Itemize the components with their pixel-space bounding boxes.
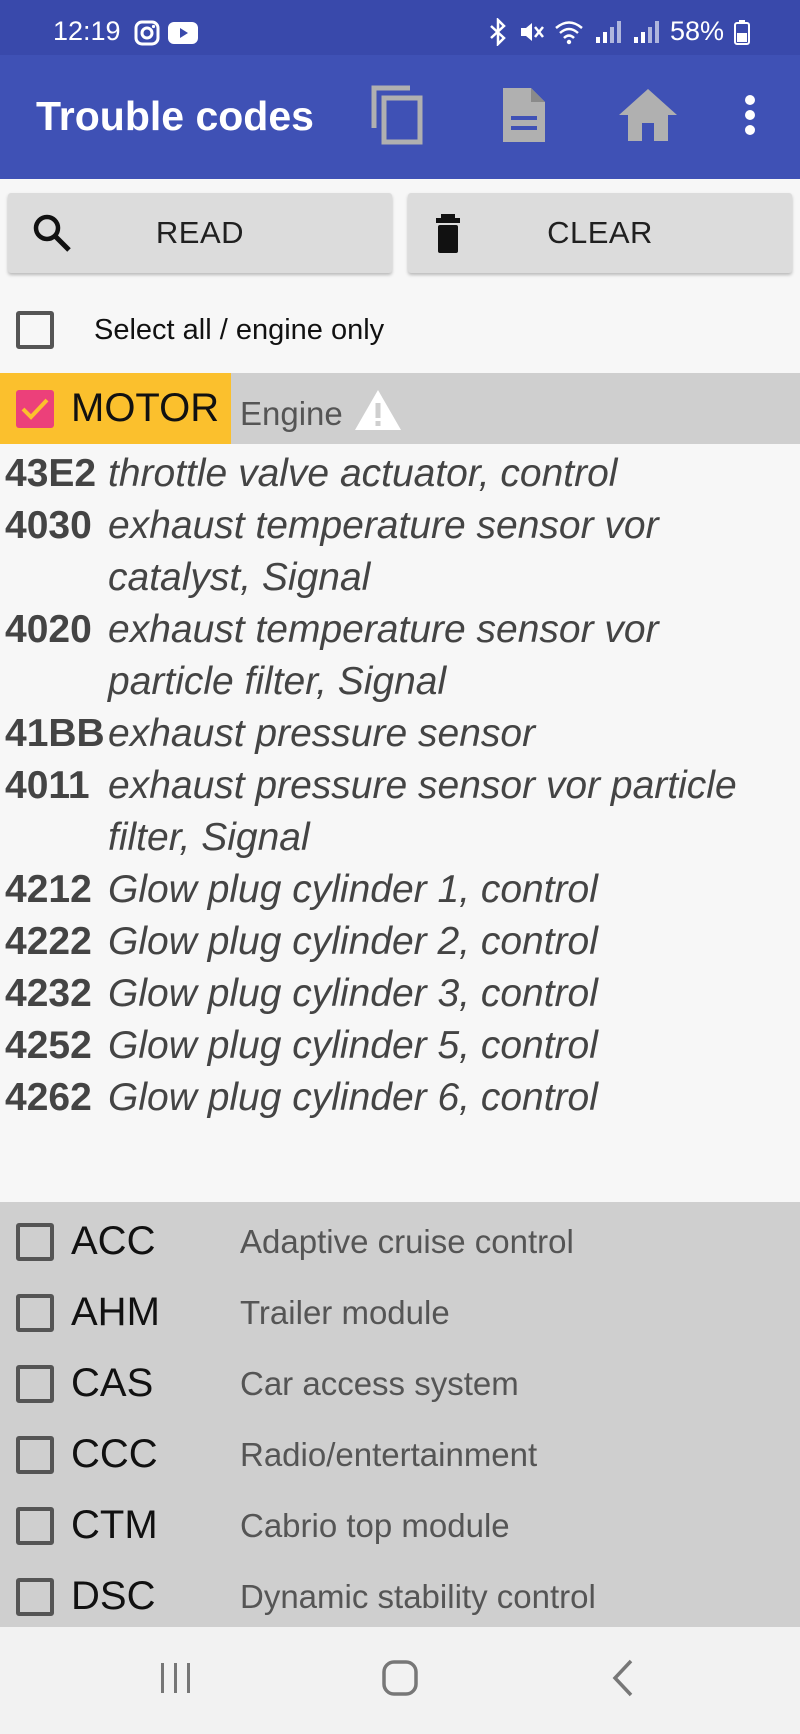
module-desc: Dynamic stability control bbox=[240, 1577, 596, 1615]
code-row[interactable]: 4030 exhaust temperature sensor vor cata… bbox=[0, 500, 800, 604]
code-text: exhaust pressure sensor vor particle fil… bbox=[108, 764, 737, 859]
status-time: 12:19 bbox=[53, 16, 121, 46]
code-id: 4020 bbox=[5, 608, 92, 651]
code-row[interactable]: 4232 Glow plug cylinder 3, control bbox=[0, 968, 800, 1020]
module-checkbox[interactable] bbox=[16, 1577, 54, 1616]
module-checkbox[interactable] bbox=[16, 1506, 54, 1545]
code-text: throttle valve actuator, control bbox=[108, 452, 618, 495]
code-row[interactable]: 4222 Glow plug cylinder 2, control bbox=[0, 916, 800, 968]
module-code: CAS bbox=[71, 1361, 154, 1405]
warning-icon bbox=[353, 388, 403, 437]
select-all-label: Select all / engine only bbox=[94, 313, 385, 346]
signal-icon-2 bbox=[632, 19, 660, 45]
search-icon bbox=[32, 213, 72, 253]
module-checkbox[interactable] bbox=[16, 1364, 54, 1403]
action-toolbar: READ CLEAR bbox=[0, 179, 800, 279]
module-desc: Cabrio top module bbox=[240, 1506, 510, 1544]
instagram-icon bbox=[134, 20, 160, 51]
code-text: Glow plug cylinder 5, control bbox=[108, 1024, 598, 1067]
checkmark-icon bbox=[21, 398, 49, 420]
code-row[interactable]: 4020 exhaust temperature sensor vor part… bbox=[0, 604, 800, 708]
signal-icon bbox=[594, 19, 622, 45]
module-code: ACC bbox=[71, 1219, 156, 1263]
code-id: 41BB bbox=[5, 712, 105, 755]
clear-button[interactable]: CLEAR bbox=[408, 193, 792, 273]
battery-level: 58% bbox=[669, 16, 724, 46]
code-row[interactable]: 41BB exhaust pressure sensor bbox=[0, 708, 800, 760]
page-title: Trouble codes bbox=[36, 93, 314, 139]
trash-icon bbox=[432, 213, 472, 253]
module-row-dsc[interactable]: DSC Dynamic stability control bbox=[0, 1561, 800, 1632]
module-code: AHM bbox=[71, 1290, 160, 1334]
select-all-row[interactable]: Select all / engine only bbox=[0, 290, 800, 370]
home-icon bbox=[617, 87, 679, 148]
module-desc: Radio/entertainment bbox=[240, 1435, 538, 1473]
module-desc: Adaptive cruise control bbox=[240, 1222, 574, 1260]
code-id: 4011 bbox=[5, 764, 90, 807]
code-id: 43E2 bbox=[5, 452, 97, 495]
code-row[interactable]: 4262 Glow plug cylinder 6, control bbox=[0, 1072, 800, 1124]
code-text: exhaust temperature sensor vor catalyst,… bbox=[108, 504, 659, 599]
module-row-acc[interactable]: ACC Adaptive cruise control bbox=[0, 1206, 800, 1277]
recents-button[interactable] bbox=[146, 1655, 206, 1705]
module-desc: Car access system bbox=[240, 1364, 519, 1402]
code-id: 4262 bbox=[5, 1076, 92, 1119]
home-button[interactable] bbox=[610, 79, 686, 155]
module-code: CTM bbox=[71, 1503, 158, 1547]
module-checkbox[interactable] bbox=[16, 1435, 54, 1474]
document-icon bbox=[499, 84, 549, 151]
group-checkbox[interactable] bbox=[16, 390, 54, 428]
code-text: exhaust pressure sensor bbox=[108, 712, 536, 755]
code-text: Glow plug cylinder 6, control bbox=[108, 1076, 598, 1119]
code-text: Glow plug cylinder 3, control bbox=[108, 972, 598, 1015]
select-all-checkbox[interactable] bbox=[16, 311, 54, 349]
more-vert-icon bbox=[743, 94, 757, 141]
read-button[interactable]: READ bbox=[8, 193, 392, 273]
code-text: exhaust temperature sensor vor particle … bbox=[108, 608, 659, 703]
copy-icon bbox=[368, 82, 428, 153]
module-list: ACC Adaptive cruise control AHM Trailer … bbox=[0, 1202, 800, 1627]
more-options-button[interactable] bbox=[712, 79, 788, 155]
module-desc: Trailer module bbox=[240, 1293, 450, 1331]
group-header-motor[interactable]: MOTOR Engine bbox=[0, 373, 800, 444]
code-row[interactable]: 4252 Glow plug cylinder 5, control bbox=[0, 1020, 800, 1072]
module-row-ccc[interactable]: CCC Radio/entertainment bbox=[0, 1419, 800, 1490]
code-id: 4252 bbox=[5, 1024, 92, 1067]
trouble-code-list: 43E2 throttle valve actuator, control 40… bbox=[0, 448, 800, 1202]
bluetooth-icon bbox=[488, 17, 508, 46]
group-code: MOTOR bbox=[71, 386, 220, 430]
home-nav-button[interactable] bbox=[370, 1655, 430, 1705]
group-desc: Engine bbox=[240, 395, 343, 432]
mute-icon bbox=[518, 19, 544, 45]
youtube-icon bbox=[168, 21, 198, 50]
module-row-ctm[interactable]: CTM Cabrio top module bbox=[0, 1490, 800, 1561]
code-row[interactable]: 4212 Glow plug cylinder 1, control bbox=[0, 864, 800, 916]
wifi-icon bbox=[554, 19, 584, 45]
module-code: CCC bbox=[71, 1432, 158, 1476]
module-row-ahm[interactable]: AHM Trailer module bbox=[0, 1277, 800, 1348]
copy-button[interactable] bbox=[360, 79, 436, 155]
code-row[interactable]: 43E2 throttle valve actuator, control bbox=[0, 448, 800, 500]
app-bar: Trouble codes bbox=[0, 55, 800, 179]
code-id: 4232 bbox=[5, 972, 92, 1015]
code-id: 4222 bbox=[5, 920, 92, 963]
module-checkbox[interactable] bbox=[16, 1293, 54, 1332]
back-button[interactable] bbox=[594, 1655, 654, 1705]
code-row[interactable]: 4011 exhaust pressure sensor vor particl… bbox=[0, 760, 800, 864]
code-text: Glow plug cylinder 1, control bbox=[108, 868, 598, 911]
code-id: 4212 bbox=[5, 868, 92, 911]
module-code: DSC bbox=[71, 1574, 156, 1618]
system-nav-bar bbox=[0, 1627, 800, 1734]
battery-icon bbox=[734, 19, 750, 45]
recents-icon bbox=[156, 1661, 196, 1700]
module-row-cas[interactable]: CAS Car access system bbox=[0, 1348, 800, 1419]
module-checkbox[interactable] bbox=[16, 1222, 54, 1261]
status-bar: 12:19 58% bbox=[0, 0, 800, 55]
document-button[interactable] bbox=[486, 79, 562, 155]
code-text: Glow plug cylinder 2, control bbox=[108, 920, 598, 963]
code-id: 4030 bbox=[5, 504, 92, 547]
home-nav-icon bbox=[380, 1658, 420, 1703]
back-icon bbox=[609, 1658, 639, 1703]
